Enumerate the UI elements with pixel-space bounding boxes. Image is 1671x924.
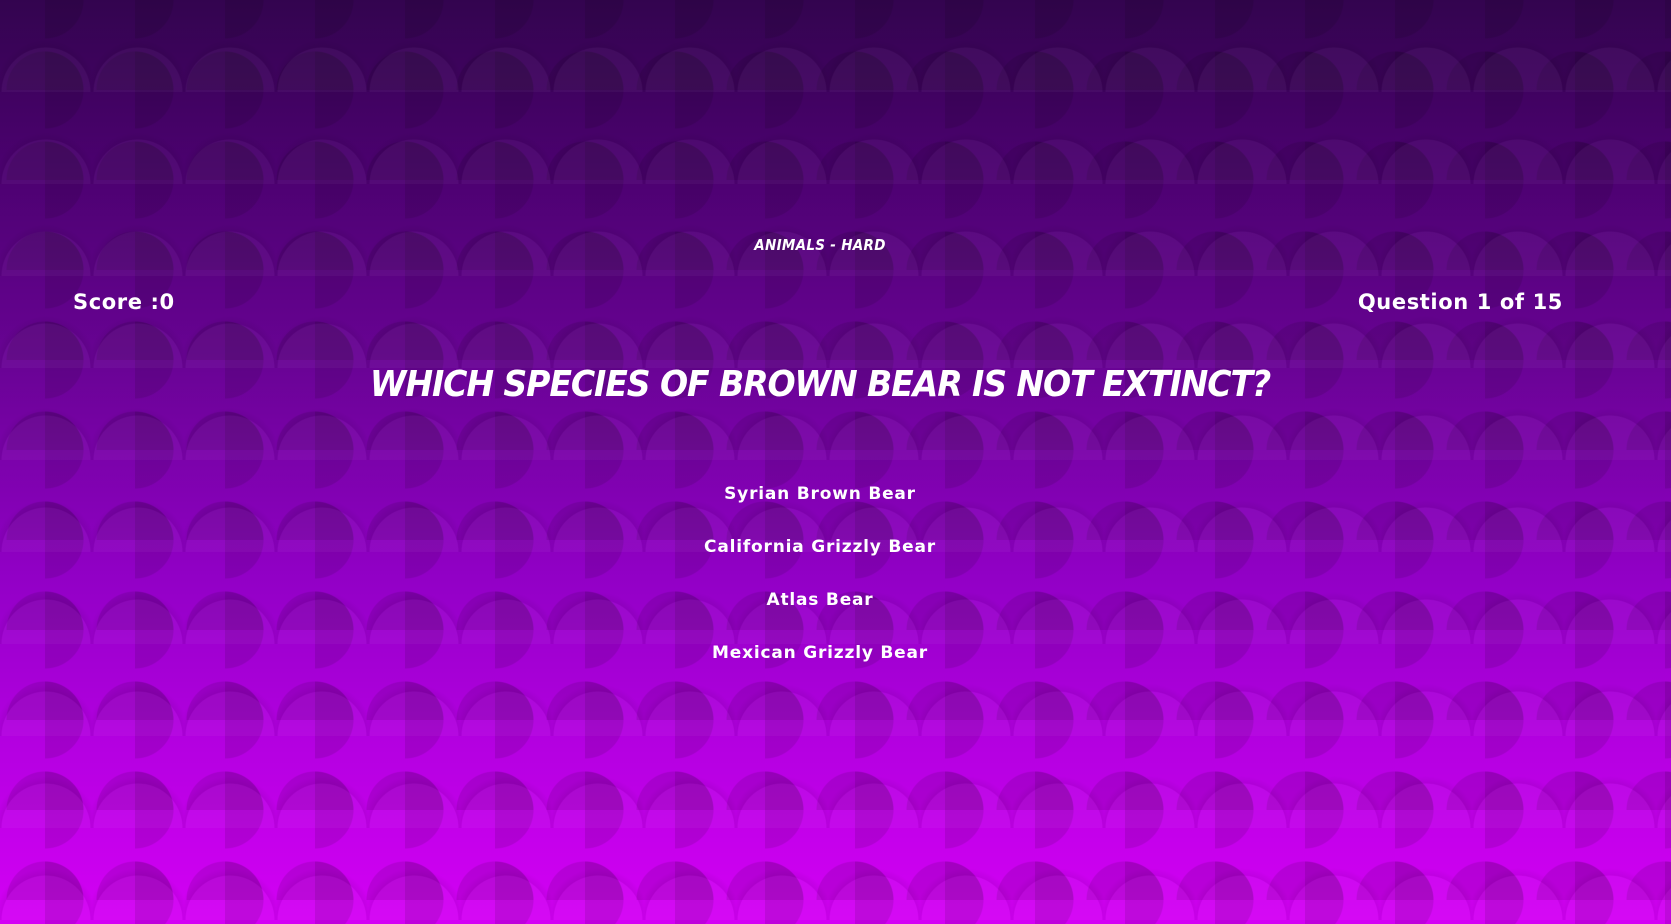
answer-option-3[interactable]: Atlas Bear (759, 586, 882, 614)
answer-option-4[interactable]: Mexican Grizzly Bear (704, 639, 936, 667)
score-label: Score : (73, 290, 160, 314)
question-progress: Question 1 of 15 (1358, 290, 1563, 314)
answer-item: California Grizzly Bear (0, 533, 1640, 586)
category-difficulty-label: ANIMALS - HARD (754, 236, 886, 254)
score-display: Score :0 (73, 290, 175, 314)
background-pattern (0, 0, 1671, 924)
answer-option-1[interactable]: Syrian Brown Bear (716, 480, 924, 508)
question-word: Question (1357, 290, 1469, 314)
answer-option-2[interactable]: California Grizzly Bear (696, 533, 944, 561)
question-current: 1 (1476, 290, 1492, 314)
question-total: 15 (1532, 290, 1563, 314)
answer-item: Syrian Brown Bear (0, 480, 1640, 533)
question-of: of (1499, 290, 1525, 314)
question-text: Which species of brown bear is not extin… (369, 364, 1271, 405)
answer-list: Syrian Brown Bear California Grizzly Bea… (0, 480, 1640, 692)
answer-item: Mexican Grizzly Bear (0, 639, 1640, 692)
score-value: 0 (159, 290, 175, 314)
answer-item: Atlas Bear (0, 586, 1640, 639)
